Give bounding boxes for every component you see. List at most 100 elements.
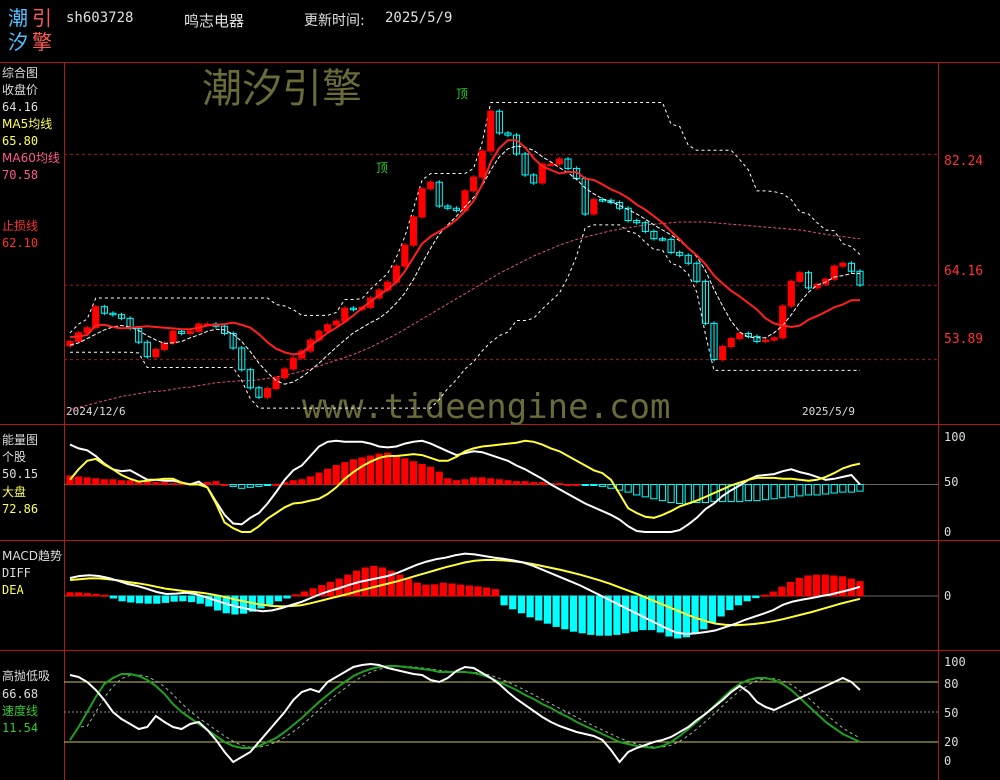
energy-bar bbox=[530, 482, 538, 486]
energy-bar bbox=[100, 479, 108, 485]
energy-bar bbox=[238, 484, 246, 489]
watermark-top: 潮汐引擎 bbox=[202, 66, 362, 112]
macd-bar bbox=[621, 595, 630, 634]
energy-bar bbox=[469, 477, 478, 486]
macd-bar bbox=[804, 575, 812, 597]
macd-bar bbox=[430, 584, 439, 597]
energy-bar bbox=[813, 484, 821, 496]
macd-bar bbox=[734, 595, 743, 606]
macd-bar bbox=[760, 594, 769, 597]
energy-bar bbox=[761, 484, 770, 501]
energy-bar bbox=[770, 484, 778, 500]
candle bbox=[779, 305, 787, 339]
right-axis-label: 50 bbox=[944, 706, 958, 720]
macd-bar bbox=[274, 595, 282, 602]
index-energy-line bbox=[69, 439, 861, 533]
macd-bar bbox=[769, 591, 777, 597]
energy-bar bbox=[392, 455, 400, 485]
diff-line bbox=[69, 552, 861, 636]
energy-bar bbox=[315, 472, 323, 486]
speed-signal-line bbox=[69, 665, 861, 748]
macd-bar bbox=[240, 595, 248, 614]
energy-bar bbox=[126, 480, 134, 486]
candle bbox=[555, 158, 564, 165]
energy-bar bbox=[598, 484, 606, 487]
candle bbox=[839, 262, 847, 267]
energy-bar bbox=[650, 484, 658, 500]
candle bbox=[186, 330, 194, 335]
macd-bar bbox=[856, 581, 864, 597]
energy-bar bbox=[92, 478, 100, 485]
candle bbox=[263, 388, 272, 398]
energy-bar bbox=[744, 484, 752, 502]
candle bbox=[152, 348, 160, 358]
candle bbox=[796, 272, 804, 282]
energy-bar bbox=[822, 484, 830, 495]
energy-bar bbox=[452, 480, 461, 486]
macd-bar bbox=[144, 595, 152, 604]
candle bbox=[332, 320, 340, 326]
macd-bar bbox=[413, 582, 421, 597]
energy-bar bbox=[409, 461, 418, 486]
macd-bar bbox=[474, 586, 482, 597]
energy-bar bbox=[427, 466, 435, 485]
right-axis-label: 100 bbox=[944, 430, 966, 444]
macd-bar bbox=[309, 588, 317, 597]
energy-bar bbox=[152, 482, 160, 486]
energy-bar bbox=[143, 481, 151, 485]
energy-bar bbox=[504, 480, 512, 486]
macd-bar bbox=[795, 577, 803, 597]
energy-bar bbox=[830, 484, 838, 494]
macd-bar bbox=[639, 595, 647, 631]
energy-bar bbox=[633, 484, 641, 496]
energy-bar bbox=[229, 484, 237, 487]
right-axis-label: 0 bbox=[944, 589, 951, 603]
macd-bar bbox=[578, 595, 586, 634]
macd-bar bbox=[448, 583, 456, 597]
macd-bar bbox=[179, 595, 187, 602]
top-marker: 顶 bbox=[376, 161, 388, 175]
energy-bar bbox=[117, 480, 126, 486]
macd-bar bbox=[66, 592, 74, 597]
energy-bar bbox=[787, 484, 795, 498]
macd-bar bbox=[75, 592, 83, 597]
energy-bar bbox=[487, 478, 495, 485]
energy-bar bbox=[676, 484, 684, 504]
macd-bar bbox=[83, 593, 91, 597]
candle bbox=[727, 338, 735, 348]
macd-bar bbox=[839, 576, 847, 597]
energy-bar bbox=[461, 479, 469, 485]
macd-bar bbox=[700, 595, 708, 630]
candle bbox=[487, 110, 495, 152]
energy-bar bbox=[401, 458, 409, 486]
macd-bar bbox=[509, 595, 517, 610]
energy-bar bbox=[667, 484, 675, 504]
energy-bar bbox=[169, 483, 177, 486]
right-axis-label: 64.16 bbox=[944, 264, 983, 279]
macd-bar bbox=[786, 581, 795, 597]
right-axis-label: 0 bbox=[944, 754, 951, 768]
energy-bar bbox=[203, 482, 211, 486]
macd-bar bbox=[717, 595, 725, 617]
energy-bar bbox=[839, 484, 847, 493]
right-axis-label: 53.89 bbox=[944, 332, 983, 347]
macd-bar bbox=[422, 584, 430, 597]
stock-chart: 潮汐引擎 www.tideengine.com 顶 顶 82.24 64.16 … bbox=[0, 62, 1000, 780]
right-axis-label: 0 bbox=[944, 525, 951, 539]
energy-bar bbox=[555, 483, 564, 486]
right-axis-label: 100 bbox=[944, 655, 966, 669]
ma5-line bbox=[69, 145, 860, 385]
speed-line bbox=[69, 665, 861, 750]
candle bbox=[272, 377, 280, 390]
macd-bar bbox=[743, 595, 751, 602]
macd-bar bbox=[604, 595, 612, 636]
energy-bar bbox=[796, 484, 804, 497]
macd-bar bbox=[500, 595, 508, 606]
energy-bar bbox=[263, 484, 272, 486]
macd-bar bbox=[213, 595, 222, 611]
macd-bar bbox=[708, 595, 717, 623]
macd-bar bbox=[543, 595, 552, 624]
k-line bbox=[69, 662, 861, 764]
main-panel bbox=[66, 102, 864, 410]
macd-bar bbox=[161, 595, 170, 603]
